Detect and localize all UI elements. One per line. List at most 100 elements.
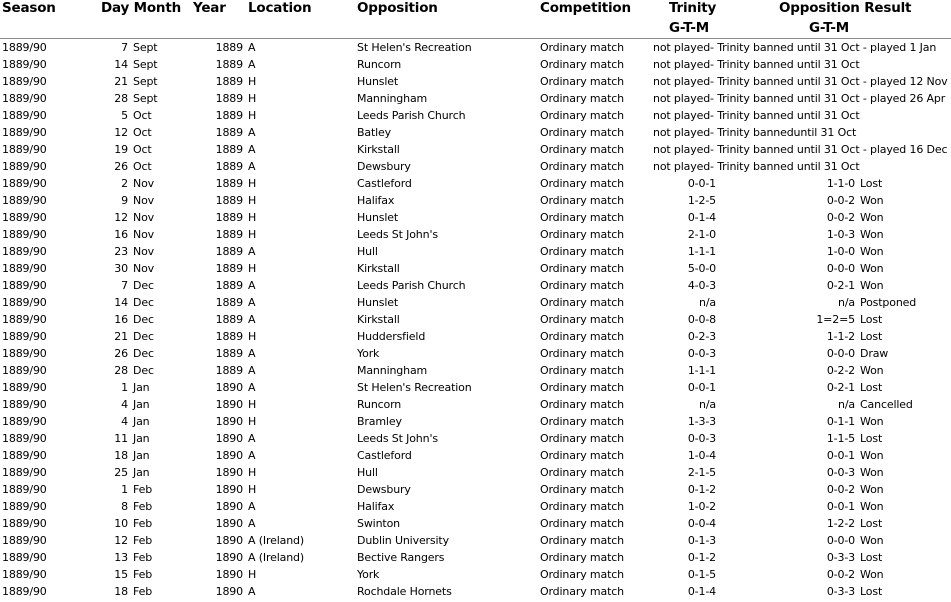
competition-cell: Ordinary match <box>540 500 624 513</box>
opposition-cell: Kirkstall <box>357 262 400 275</box>
day-cell: 28 <box>114 364 128 377</box>
result-cell: Lost <box>860 551 883 564</box>
table-row: 1889/90 10 Feb 1890 A Swinton Ordinary match 0-… <box>0 516 951 533</box>
year-cell: 1890 <box>215 432 244 445</box>
location-cell: H <box>248 568 257 581</box>
opposition-score-cell: 0-0-0 <box>826 347 855 360</box>
month-cell: Nov <box>133 177 155 190</box>
season-cell: 1889/90 <box>2 551 47 564</box>
competition-cell: Ordinary match <box>540 534 624 547</box>
location-cell: H <box>248 330 257 343</box>
day-cell: 30 <box>114 262 128 275</box>
month-cell: Sept <box>133 41 158 54</box>
location-cell: H <box>248 92 257 105</box>
year-cell: 1889 <box>215 92 244 105</box>
header-year: Year <box>193 0 226 16</box>
opposition-cell: Batley <box>357 126 392 139</box>
opposition-cell: Castleford <box>357 177 412 190</box>
year-cell: 1889 <box>215 262 244 275</box>
note-cell: not played- Trinity banned until 31 Oct … <box>653 143 948 156</box>
location-cell: A <box>248 279 256 292</box>
location-cell: H <box>248 483 257 496</box>
season-cell: 1889/90 <box>2 41 47 54</box>
opposition-score-cell: 0-0-1 <box>826 449 855 462</box>
result-cell: Won <box>860 568 884 581</box>
location-cell: H <box>248 398 257 411</box>
year-cell: 1889 <box>215 211 244 224</box>
season-cell: 1889/90 <box>2 279 47 292</box>
competition-cell: Ordinary match <box>540 194 624 207</box>
day-cell: 7 <box>121 279 128 292</box>
opposition-cell: Halifax <box>357 500 395 513</box>
result-cell: Won <box>860 262 884 275</box>
day-cell: 2 <box>121 177 128 190</box>
competition-cell: Ordinary match <box>540 160 624 173</box>
competition-cell: Ordinary match <box>540 109 624 122</box>
season-cell: 1889/90 <box>2 228 47 241</box>
table-row: 1889/90 21 Sept 1889 H Hunslet Ordinary match n… <box>0 74 951 91</box>
competition-cell: Ordinary match <box>540 568 624 581</box>
month-cell: Jan <box>133 398 150 411</box>
header-opposition: Opposition <box>357 0 438 16</box>
trinity-score-cell: 0-1-2 <box>687 483 716 496</box>
result-cell: Won <box>860 534 884 547</box>
table-row: 1889/90 23 Nov 1889 A Hull Ordinary match 1-1-1… <box>0 244 951 261</box>
table-row: 1889/90 21 Dec 1889 H Huddersfield Ordinary ma… <box>0 329 951 346</box>
table-row: 1889/90 4 Jan 1890 H Bramley Ordinary match 1-3… <box>0 414 951 431</box>
year-cell: 1889 <box>215 41 244 54</box>
table-row: 1889/90 12 Oct 1889 A Batley Ordinary match not… <box>0 125 951 142</box>
day-cell: 8 <box>121 500 128 513</box>
table-row: 1889/90 26 Oct 1889 A Dewsbury Ordinary match n… <box>0 159 951 176</box>
day-cell: 21 <box>114 330 128 343</box>
month-cell: Oct <box>133 126 152 139</box>
table-row: 1889/90 14 Sept 1889 A Runcorn Ordinary match n… <box>0 57 951 74</box>
opposition-cell: Huddersfield <box>357 330 426 343</box>
location-cell: A <box>248 58 256 71</box>
opposition-cell: Dublin University <box>357 534 449 547</box>
competition-cell: Ordinary match <box>540 585 624 598</box>
month-cell: Sept <box>133 92 158 105</box>
opposition-score-cell: 1-0-0 <box>826 245 855 258</box>
location-cell: A <box>248 347 256 360</box>
trinity-score-cell: 0-1-3 <box>687 534 716 547</box>
opposition-score-cell: 0-2-1 <box>826 279 855 292</box>
season-cell: 1889/90 <box>2 245 47 258</box>
competition-cell: Ordinary match <box>540 228 624 241</box>
month-cell: Dec <box>133 364 154 377</box>
year-cell: 1890 <box>215 534 244 547</box>
trinity-score-cell: 0-0-3 <box>687 347 716 360</box>
month-cell: Dec <box>133 313 154 326</box>
table-row: 1889/90 19 Oct 1889 A Kirkstall Ordinary match… <box>0 142 951 159</box>
year-cell: 1890 <box>215 517 244 530</box>
competition-cell: Ordinary match <box>540 347 624 360</box>
result-cell: Lost <box>860 313 883 326</box>
competition-cell: Ordinary match <box>540 262 624 275</box>
result-cell: Lost <box>860 381 883 394</box>
trinity-score-cell: 5-0-0 <box>687 262 716 275</box>
month-cell: Feb <box>133 568 153 581</box>
trinity-score-cell: n/a <box>699 398 716 411</box>
table-row: 1889/90 28 Dec 1889 A Manningham Ordinary matc… <box>0 363 951 380</box>
month-cell: Sept <box>133 58 158 71</box>
opposition-score-cell: 1-1-5 <box>826 432 855 445</box>
month-cell: Feb <box>133 517 153 530</box>
header-season: Season <box>2 0 56 16</box>
table-row: 1889/90 16 Dec 1889 A Kirkstall Ordinary match… <box>0 312 951 329</box>
year-cell: 1889 <box>215 75 244 88</box>
result-cell: Lost <box>860 330 883 343</box>
opposition-cell: Manningham <box>357 364 428 377</box>
year-cell: 1890 <box>215 398 244 411</box>
location-cell: H <box>248 466 257 479</box>
day-cell: 12 <box>114 534 128 547</box>
note-cell: not played- Trinity banned until 31 Oct <box>653 58 860 71</box>
year-cell: 1889 <box>215 177 244 190</box>
opposition-cell: Hunslet <box>357 296 399 309</box>
location-cell: H <box>248 228 257 241</box>
day-cell: 1 <box>121 381 128 394</box>
location-cell: A <box>248 296 256 309</box>
competition-cell: Ordinary match <box>540 58 624 71</box>
opposition-cell: Runcorn <box>357 398 402 411</box>
table-row: 1889/90 16 Nov 1889 H Leeds St John's Ordinary… <box>0 227 951 244</box>
year-cell: 1889 <box>215 109 244 122</box>
year-cell: 1890 <box>215 449 244 462</box>
